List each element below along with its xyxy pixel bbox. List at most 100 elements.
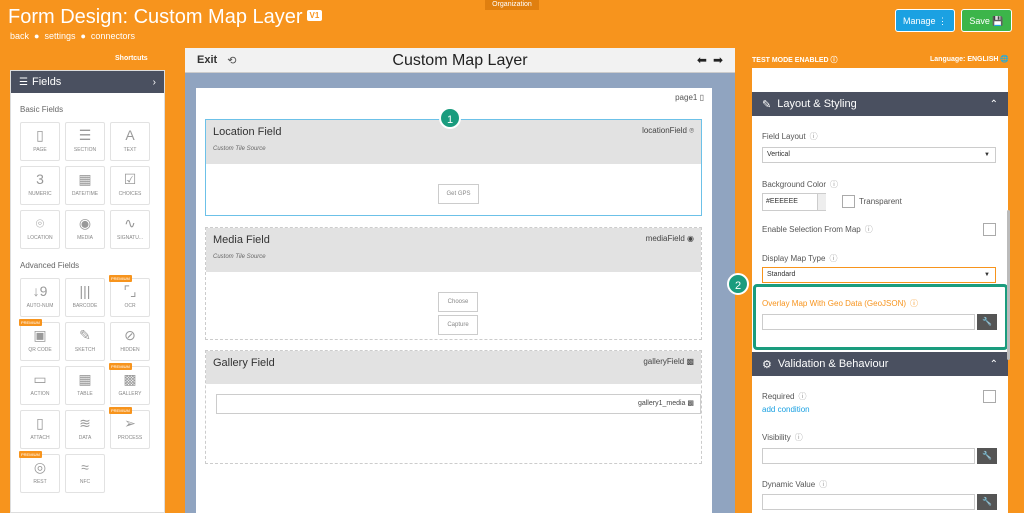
field-tile-label: PAGE [33,147,47,153]
signatu-icon: ∿ [124,215,136,231]
field-tile-table[interactable]: ▦ TABLE [65,366,105,405]
media-field-subtitle: Custom Tile Source [213,254,266,260]
validation-behaviour-header[interactable]: ⚙ Validation & Behaviour ⌃ [752,352,1008,376]
field-tile-gallery[interactable]: ▩ GALLERY PREMIUM [109,363,150,405]
location-field-card[interactable]: Location Field Custom Tile Source locati… [205,119,702,216]
field-tile-nfc[interactable]: ≈ NFC [65,454,105,493]
version-badge: V1 [306,10,323,21]
wrench-icon[interactable]: 🔧 [977,448,997,464]
gallery-media-box[interactable]: gallery1_media ▩ [216,394,701,414]
help-icon[interactable]: ⓘ [819,480,827,489]
process-icon: ➢ [124,415,136,431]
fields-panel-header[interactable]: ☰ Fields › [11,71,164,93]
visibility-input[interactable] [762,448,975,464]
field-tile-label: QR CODE [28,347,52,353]
help-icon[interactable]: ⓘ [829,254,837,263]
manage-button[interactable]: Manage ⋮ [895,9,955,32]
transparent-checkbox[interactable] [842,195,855,208]
nav-back-link[interactable]: back [10,31,29,41]
enable-selection-checkbox[interactable] [983,223,996,236]
field-tile-attach[interactable]: ▯ ATTACH [20,410,60,449]
ocr-icon: ⌜⌟ [123,283,137,299]
field-tile-qr-code[interactable]: ▣ QR CODE PREMIUM [19,319,60,361]
enable-selection-label: Enable Selection From Map ⓘ [762,225,873,234]
field-tile-auto-num[interactable]: ↓9 AUTO-NUM [20,278,60,317]
arrow-right-icon[interactable]: ➡ [713,53,723,67]
field-tile-label: GALLERY [118,391,142,397]
gallery-field-card[interactable]: Gallery Field galleryField ▩ gallery1_me… [205,350,702,464]
field-tile-media[interactable]: ◉ MEDIA [65,210,105,249]
help-icon[interactable]: ⓘ [795,433,803,442]
canvas-toolbar: Exit ⟲ Custom Map Layer ⬅ ➡ [185,48,735,73]
field-tile-date-time[interactable]: ▦ DATE/TIME [65,166,105,205]
field-tile-location[interactable]: ⌾ LOCATION [20,210,60,249]
help-icon[interactable]: ⓘ [865,225,873,234]
field-tile-label: SKETCH [74,347,96,353]
chevron-right-icon[interactable]: › [153,77,156,88]
field-tile-barcode[interactable]: ||| BARCODE [65,278,105,317]
page-icon: ▯ [699,93,704,102]
field-tile-rest[interactable]: ◎ REST PREMIUM [19,451,60,493]
choose-button[interactable]: Choose [438,292,478,312]
chevron-up-icon[interactable]: ⌃ [990,359,998,370]
help-icon[interactable]: ⓘ [830,180,838,189]
add-condition-link[interactable]: add condition [762,405,810,414]
fields-list-icon: ☰ [19,76,28,88]
field-tile-hidden[interactable]: ⊘ HIDDEN [110,322,150,361]
map-type-select[interactable]: Standard ▼ [762,267,996,283]
save-button[interactable]: Save 💾 [961,9,1012,32]
text-icon: A [125,127,135,143]
chevron-up-icon[interactable]: ⌃ [990,99,998,110]
background-color-input[interactable]: #EEEEEE [762,193,826,211]
field-tile-action[interactable]: ▭ ACTION [20,366,60,405]
required-label: Required ⓘ [762,392,807,401]
field-tile-label: LOCATION [27,235,53,241]
field-tile-signatu[interactable]: ∿ SIGNATU... [110,210,150,249]
field-tile-label: DATE/TIME [71,191,99,197]
media-field-header: Media Field Custom Tile Source mediaFiel… [206,228,701,272]
help-icon[interactable]: ⓘ [810,132,818,141]
choices-icon: ☑ [123,171,137,187]
form-page: page1 ▯ Location Field Custom Tile Sourc… [196,88,712,513]
field-tile-label: TABLE [77,391,93,397]
field-tile-text[interactable]: A TEXT [110,122,150,161]
field-tile-sketch[interactable]: ✎ SKETCH [65,322,105,361]
basic-fields-grid: ▯ PAGE ☰ SECTION A TEXT 3 NUMERIC ▦ DATE/TIME ☑ CHO… [20,122,164,249]
shortcuts-link[interactable]: Shortcuts [115,55,148,62]
color-swatch[interactable] [817,194,826,210]
field-tile-ocr[interactable]: ⌜⌟ OCR PREMIUM [109,275,150,317]
media-field-card[interactable]: Media Field Custom Tile Source mediaFiel… [205,227,702,340]
required-checkbox[interactable] [983,390,996,403]
nav-settings-link[interactable]: settings [44,31,75,41]
capture-button[interactable]: Capture [438,315,478,335]
auto-num-icon: ↓9 [32,283,48,299]
field-tile-label: ATTACH [30,435,50,441]
exit-button[interactable]: Exit [197,54,217,66]
gallery-icon: ▩ [123,371,137,387]
properties-scrollbar[interactable] [1007,210,1010,360]
field-tile-page[interactable]: ▯ PAGE [20,122,60,161]
get-gps-button[interactable]: Get GPS [438,184,479,204]
fields-panel: ☰ Fields › Basic Fields ▯ PAGE ☰ SECTION A TE… [10,70,165,513]
field-tile-label: SECTION [73,147,97,153]
premium-badge: PREMIUM [109,407,132,414]
gallery-field-name: Gallery Field [213,357,275,369]
location-field-id: locationField ⌾ [642,126,694,135]
dynamic-value-input[interactable] [762,494,975,510]
help-icon[interactable]: ⓘ [798,392,806,401]
dropdown-caret-icon: ▼ [984,152,990,158]
language-selector[interactable]: Language: ENGLISH 🌐 [930,55,1009,63]
test-mode-indicator[interactable]: TEST MODE ENABLED ⓘ [752,55,838,65]
nav-connectors-link[interactable]: connectors [91,31,135,41]
wrench-icon[interactable]: 🔧 [977,494,997,510]
field-tile-choices[interactable]: ☑ CHOICES [110,166,150,205]
field-tile-numeric[interactable]: 3 NUMERIC [20,166,60,205]
refresh-icon[interactable]: ⟲ [227,54,236,67]
arrow-left-icon[interactable]: ⬅ [697,53,707,67]
field-tile-label: NFC [79,479,91,485]
layout-styling-header[interactable]: ✎ Layout & Styling ⌃ [752,92,1008,116]
field-layout-select[interactable]: Vertical ▼ [762,147,996,163]
field-tile-data[interactable]: ≋ DATA [65,410,105,449]
field-tile-process[interactable]: ➢ PROCESS PREMIUM [109,407,150,449]
field-tile-section[interactable]: ☰ SECTION [65,122,105,161]
